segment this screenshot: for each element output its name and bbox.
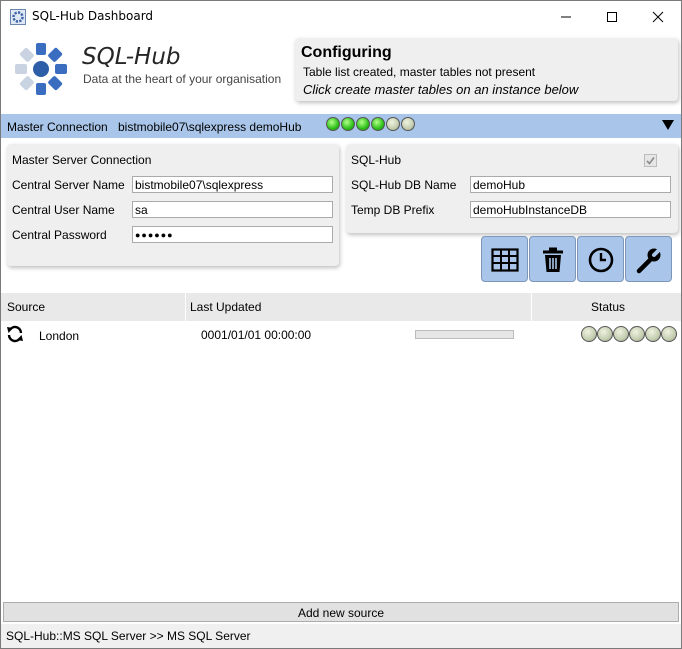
status-bar-text: SQL-Hub::MS SQL Server >> MS SQL Server: [6, 629, 251, 643]
app-icon: [10, 9, 26, 25]
status-led-off: [581, 326, 597, 342]
wrench-icon: [636, 246, 663, 274]
delete-button[interactable]: [529, 236, 576, 282]
status-led-on: [356, 117, 370, 131]
central-server-name-label: Central Server Name: [12, 178, 125, 192]
temp-db-prefix-label: Temp DB Prefix: [351, 203, 435, 217]
brand-tagline: Data at the heart of your organisation: [83, 72, 282, 86]
clock-icon: [588, 247, 614, 273]
checkmark-icon: [646, 157, 655, 165]
status-led-off: [386, 117, 400, 131]
brand-name: SQL-Hub: [82, 44, 181, 70]
maximize-icon: [607, 12, 617, 22]
refresh-icon[interactable]: [6, 325, 24, 343]
table-row[interactable]: London 0001/01/01 00:00:00: [1, 322, 681, 348]
master-connection-leds: [326, 117, 416, 131]
central-user-name-field[interactable]: sa: [132, 201, 333, 218]
master-connection-label: Master Connection: [7, 120, 108, 134]
status-led-off: [597, 326, 613, 342]
sources-grid-header: Source Last Updated Status: [1, 293, 681, 321]
row-last-updated: 0001/01/01 00:00:00: [201, 328, 312, 342]
master-connection-value: bistmobile07\sqlexpress demoHub: [118, 120, 302, 134]
table-grid-icon: [491, 248, 519, 272]
central-password-field[interactable]: ●●●●●●: [132, 226, 333, 243]
status-bar: SQL-Hub::MS SQL Server >> MS SQL Server: [1, 624, 681, 648]
status-led-on: [341, 117, 355, 131]
status-led-off: [401, 117, 415, 131]
status-title: Configuring: [301, 44, 392, 61]
status-led-on: [371, 117, 385, 131]
status-card: Configuring Table list created, master t…: [295, 38, 678, 101]
temp-db-prefix-field[interactable]: demoHubInstanceDB: [470, 201, 671, 218]
schedule-button[interactable]: [577, 236, 624, 282]
column-divider[interactable]: [185, 293, 186, 321]
trash-icon: [543, 247, 563, 272]
triangle-down-icon[interactable]: [661, 119, 675, 131]
sql-hub-db-name-label: SQL-Hub DB Name: [351, 178, 457, 192]
minimize-button[interactable]: [543, 1, 589, 32]
add-new-source-button[interactable]: Add new source: [3, 602, 679, 622]
app-window: SQL-Hub Dashboard SQL-Hub Data at the he…: [0, 0, 682, 649]
status-led-off: [645, 326, 661, 342]
window-title: SQL-Hub Dashboard: [32, 9, 154, 23]
row-source: London: [39, 329, 80, 343]
master-server-panel: Master Server Connection Central Server …: [7, 144, 339, 266]
column-last-updated[interactable]: Last Updated: [190, 293, 261, 321]
central-server-name-field[interactable]: bistmobile07\sqlexpress: [132, 176, 333, 193]
sql-hub-panel-title: SQL-Hub: [351, 153, 402, 167]
column-divider[interactable]: [531, 293, 532, 321]
column-source[interactable]: Source: [7, 293, 45, 321]
column-status[interactable]: Status: [591, 293, 625, 321]
maximize-button[interactable]: [589, 1, 635, 32]
master-server-panel-title: Master Server Connection: [12, 153, 152, 167]
status-led-off: [629, 326, 645, 342]
status-led-on: [326, 117, 340, 131]
close-icon: [652, 11, 664, 23]
title-bar[interactable]: SQL-Hub Dashboard: [1, 1, 681, 32]
central-password-label: Central Password: [12, 228, 107, 242]
central-user-name-label: Central User Name: [12, 203, 115, 217]
sql-hub-checkbox[interactable]: [644, 154, 657, 167]
status-led-off: [661, 326, 677, 342]
close-button[interactable]: [635, 1, 681, 32]
sql-hub-panel: SQL-Hub SQL-Hub DB Name demoHub Temp DB …: [346, 144, 678, 233]
minimize-icon: [561, 16, 571, 18]
status-instruction: Click create master tables on an instanc…: [303, 82, 579, 97]
row-status-leds: [581, 326, 677, 342]
row-progress-bar: [415, 330, 514, 339]
create-tables-button[interactable]: [481, 236, 528, 282]
status-detail: Table list created, master tables not pr…: [303, 65, 536, 79]
master-connection-bar[interactable]: Master Connection bistmobile07\sqlexpres…: [1, 114, 681, 138]
sql-hub-db-name-field[interactable]: demoHub: [470, 176, 671, 193]
settings-button[interactable]: [625, 236, 672, 282]
app-header: SQL-Hub Data at the heart of your organi…: [1, 32, 681, 112]
sql-hub-logo: [15, 43, 67, 95]
status-led-off: [613, 326, 629, 342]
